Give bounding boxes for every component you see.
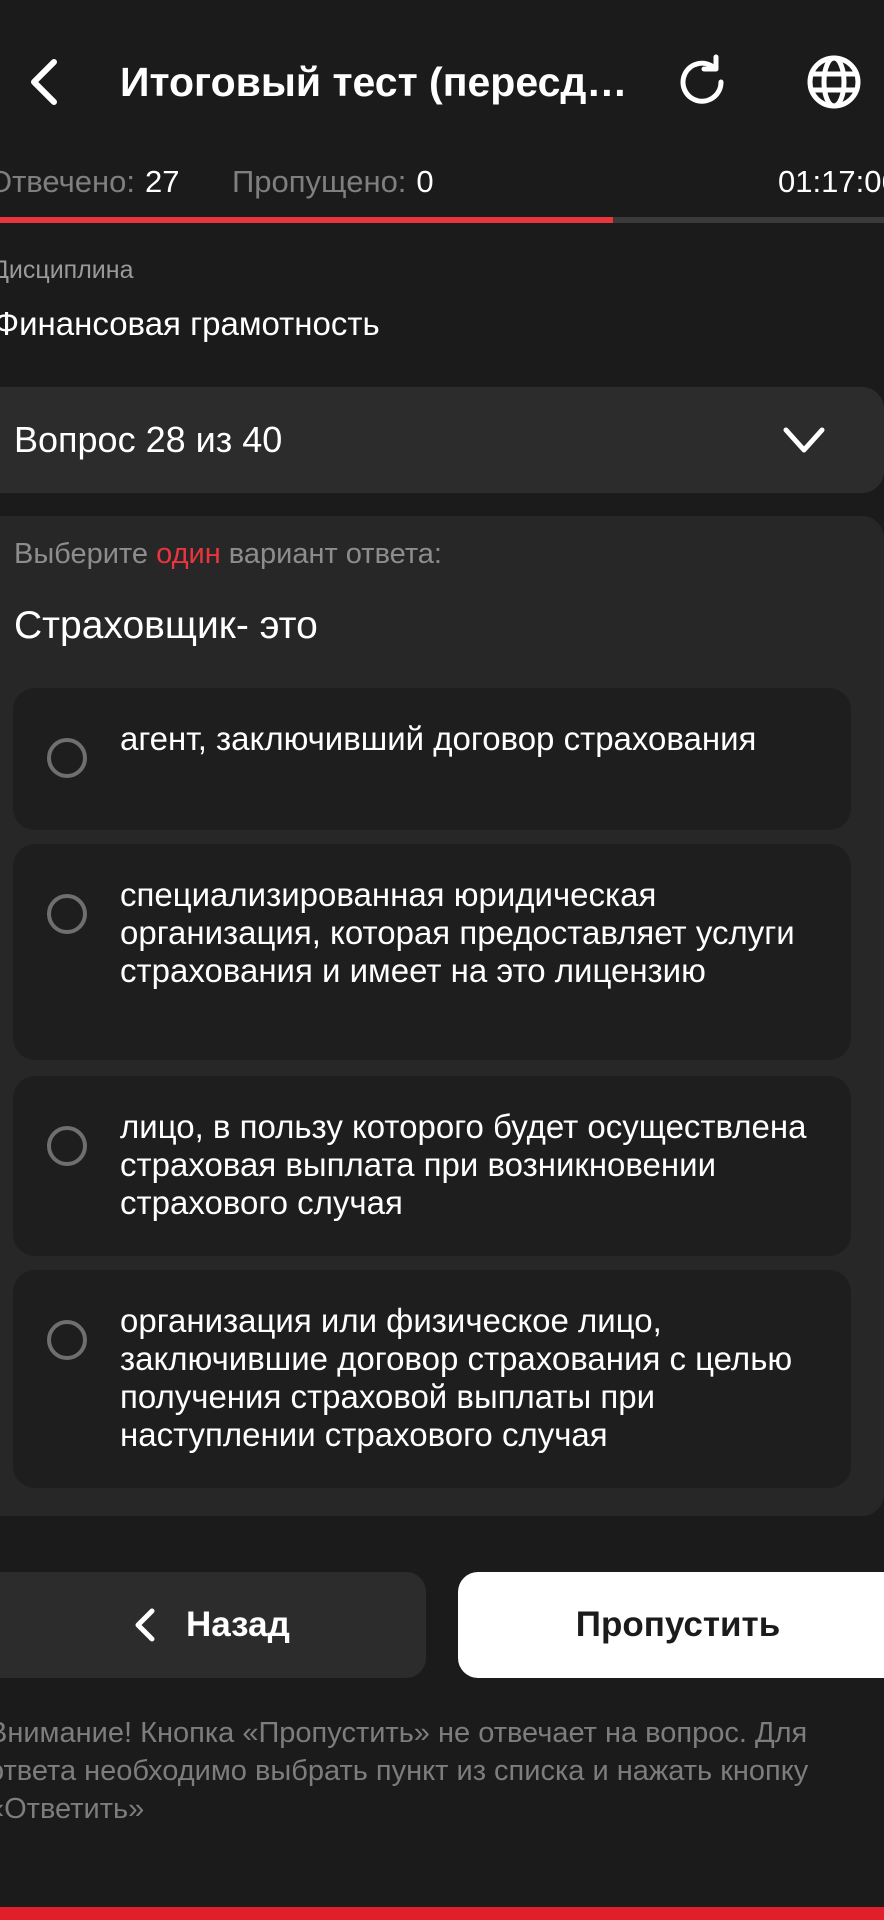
skipped-count: Пропущено: 0 <box>232 160 434 204</box>
timer: 01:17:06 <box>778 164 884 199</box>
question-panel: Выберите один вариант ответа: Страховщик… <box>0 516 884 1516</box>
discipline-value: Финансовая грамотность <box>0 305 380 342</box>
progress-bar-fill <box>0 217 614 223</box>
answer-option-2[interactable]: специализированная юридическая организац… <box>13 844 851 1060</box>
progress-bar <box>0 217 884 223</box>
top-app-bar: Итоговый тест (пересдача) <box>0 0 884 160</box>
answered-label: Отвечено: <box>0 164 136 199</box>
instruction-accent: один <box>156 538 221 570</box>
answer-option-label: лицо, в пользу которого будет осуществле… <box>120 1108 807 1221</box>
back-button[interactable]: Назад <box>0 1572 426 1678</box>
back-button-label: Назад <box>186 1605 290 1644</box>
skipped-label: Пропущено: <box>232 164 407 199</box>
answer-option-1[interactable]: агент, заключивший договор страхования <box>13 688 851 830</box>
skip-button[interactable]: Пропустить <box>458 1572 884 1678</box>
answer-instruction: Выберите один вариант ответа: <box>14 538 442 571</box>
answered-count: Отвечено: 27 <box>0 160 180 204</box>
skip-button-label: Пропустить <box>575 1605 781 1644</box>
answer-option-label: специализированная юридическая организац… <box>120 876 795 989</box>
chevron-left-icon[interactable] <box>24 52 64 112</box>
instruction-suffix: вариант ответа: <box>220 538 442 570</box>
question-text: Страховщик- это <box>14 604 318 647</box>
instruction-prefix: Выберите <box>14 538 157 570</box>
skipped-value: 0 <box>416 164 434 199</box>
radio-button[interactable] <box>47 738 87 778</box>
answer-option-label: организация или физическое лицо, заключи… <box>120 1302 793 1453</box>
page-title: Итоговый тест (пересдача) <box>120 59 640 105</box>
chevron-down-icon <box>783 427 825 453</box>
answered-value: 27 <box>145 164 180 199</box>
radio-button[interactable] <box>47 894 87 934</box>
answer-option-label: агент, заключивший договор страхования <box>120 720 757 757</box>
chevron-left-icon <box>135 1608 155 1642</box>
refresh-icon[interactable] <box>672 52 732 112</box>
globe-icon[interactable] <box>804 52 864 112</box>
answer-option-3[interactable]: лицо, в пользу которого будет осуществле… <box>13 1076 851 1256</box>
question-selector-label: Вопрос 28 из 40 <box>14 419 283 460</box>
bottom-accent-bar <box>0 1907 884 1920</box>
radio-button[interactable] <box>47 1320 87 1360</box>
radio-button[interactable] <box>47 1126 87 1166</box>
test-stats: Отвечено: 27 Пропущено: 0 01:17:06 <box>0 160 884 204</box>
question-selector[interactable]: Вопрос 28 из 40 <box>0 387 884 493</box>
skip-notice: Внимание! Кнопка «Пропустить» не отвечае… <box>0 1717 809 1825</box>
discipline-label: Дисциплина <box>0 256 134 284</box>
answer-option-4[interactable]: организация или физическое лицо, заключи… <box>13 1270 851 1488</box>
